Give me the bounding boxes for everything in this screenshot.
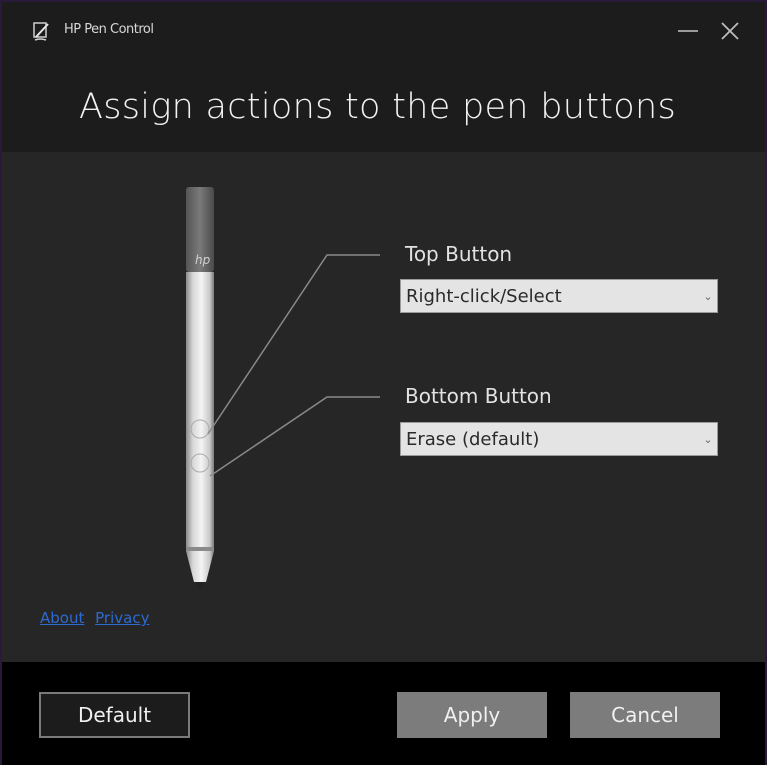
bottom-button-selected-value: Erase (default) [406, 428, 540, 450]
pen-tip [186, 551, 214, 582]
bottom-button-label: Bottom Button [405, 384, 552, 408]
top-button-selected-value: Right-click/Select [406, 285, 562, 307]
bottom-button-connector [209, 396, 380, 477]
hp-logo-icon: hp [195, 253, 211, 267]
title-bar: HP Pen Control Assign actions to the pen… [2, 2, 765, 152]
close-icon [721, 22, 739, 40]
footer-links: About Privacy [40, 609, 155, 627]
about-link[interactable]: About [40, 609, 84, 627]
top-button-dropdown[interactable]: Right-click/Select ⌄ [400, 279, 718, 313]
top-button-label: Top Button [405, 242, 513, 266]
close-button[interactable] [714, 16, 746, 46]
page-heading: Assign actions to the pen buttons [78, 87, 676, 127]
minimize-icon [678, 30, 698, 32]
chevron-down-icon: ⌄ [703, 432, 713, 446]
pen-control-icon [33, 22, 49, 41]
pen-barrel [186, 272, 214, 547]
cancel-button[interactable]: Cancel [570, 692, 720, 738]
default-button[interactable]: Default [39, 692, 190, 738]
hp-pen-control-window: HP Pen Control Assign actions to the pen… [2, 2, 765, 765]
bottom-button-dropdown[interactable]: Erase (default) ⌄ [400, 422, 718, 456]
top-button-connector [207, 254, 380, 435]
minimize-button[interactable] [672, 16, 704, 46]
apply-button[interactable]: Apply [397, 692, 547, 738]
pen-illustration: hp [186, 187, 214, 590]
app-title: HP Pen Control [64, 22, 154, 37]
privacy-link[interactable]: Privacy [95, 609, 149, 627]
footer-bar: Default Apply Cancel [2, 662, 765, 765]
chevron-down-icon: ⌄ [703, 289, 713, 303]
